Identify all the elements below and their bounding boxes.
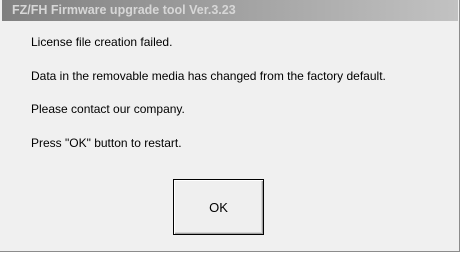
- message-line-data-changed: Data in the removable media has changed …: [31, 69, 386, 83]
- message-line-restart: Press "OK" button to restart.: [31, 136, 182, 150]
- title-bar[interactable]: FZ/FH Firmware upgrade tool Ver.3.23: [2, 0, 458, 21]
- page: FZ/FH Firmware upgrade tool Ver.3.23 Lic…: [0, 0, 462, 267]
- window-title: FZ/FH Firmware upgrade tool Ver.3.23: [12, 3, 236, 17]
- dialog-content: License file creation failed. Data in th…: [0, 21, 458, 251]
- message-line-failure: License file creation failed.: [31, 35, 173, 49]
- message-line-contact: Please contact our company.: [31, 102, 185, 116]
- error-dialog: FZ/FH Firmware upgrade tool Ver.3.23 Lic…: [0, 0, 460, 252]
- ok-button[interactable]: OK: [173, 179, 264, 235]
